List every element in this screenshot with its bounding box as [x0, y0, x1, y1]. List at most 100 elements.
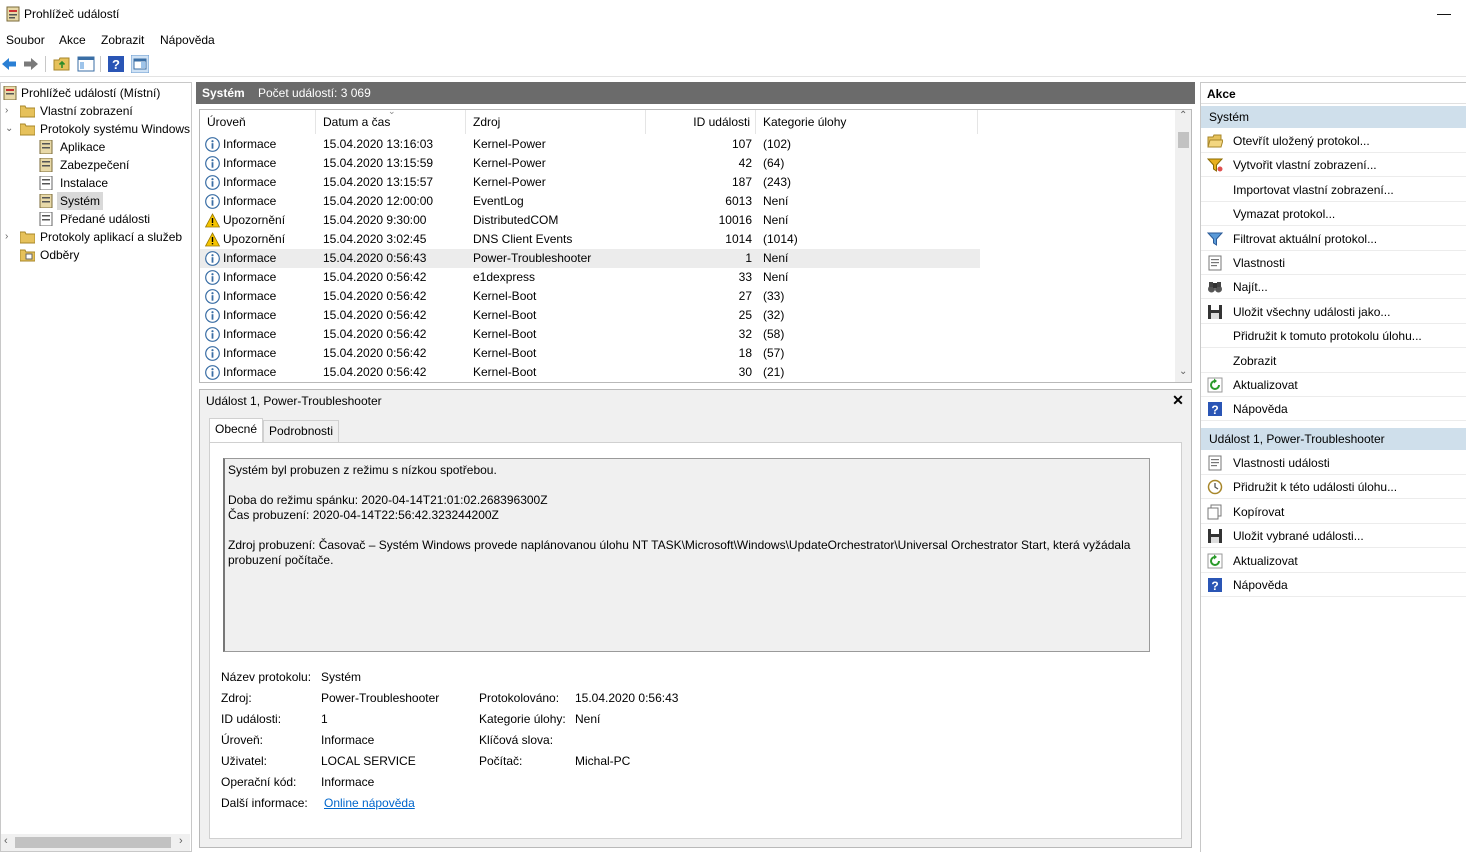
- cell-level: Informace: [223, 308, 277, 322]
- value-event-id: 1: [321, 712, 328, 726]
- console-tree-icon[interactable]: [77, 55, 95, 73]
- folder-up-icon[interactable]: [53, 55, 71, 73]
- table-row[interactable]: Informace 15.04.2020 13:15:59 Kernel-Power…: [200, 154, 980, 173]
- action-label: Nápověda: [1233, 402, 1288, 417]
- properties-icon: [1208, 255, 1222, 271]
- action-item[interactable]: Importovat vlastní zobrazení...: [1201, 178, 1466, 202]
- table-row[interactable]: Upozornění 15.04.2020 3:02:45 DNS Client E…: [200, 230, 980, 249]
- action-item[interactable]: Přidružit k tomuto protokolu úlohu...: [1201, 324, 1466, 349]
- table-row[interactable]: Informace 15.04.2020 0:56:43 Power-Trouble…: [200, 249, 980, 268]
- value-level: Informace: [321, 733, 375, 747]
- cell-date: 15.04.2020 3:02:45: [323, 232, 427, 246]
- scroll-down-icon[interactable]: ⌄: [1179, 366, 1187, 377]
- cell-event-id: 42: [738, 156, 752, 170]
- table-row[interactable]: Informace 15.04.2020 13:15:57 Kernel-Power…: [200, 173, 980, 192]
- action-item[interactable]: Otevřít uložený protokol...: [1201, 129, 1466, 153]
- minimize-button[interactable]: —: [1422, 0, 1466, 28]
- action-item[interactable]: ? Nápověda: [1201, 573, 1466, 597]
- column-header-source[interactable]: Zdroj: [466, 110, 646, 134]
- table-row[interactable]: Upozornění 15.04.2020 9:30:00 DistributedC…: [200, 211, 980, 230]
- actions-pane: Akce Systém Otevřít uložený protokol... V…: [1200, 82, 1466, 852]
- log-icon: [39, 158, 53, 172]
- actions-title: Akce: [1207, 87, 1236, 101]
- action-label: Aktualizovat: [1233, 553, 1298, 568]
- action-item[interactable]: Kopírovat: [1201, 500, 1466, 524]
- actions-section-event[interactable]: Událost 1, Power-Troubleshooter: [1201, 428, 1466, 450]
- scroll-up-icon[interactable]: ⌃: [1179, 110, 1187, 121]
- action-label: Vymazat protokol...: [1233, 207, 1336, 222]
- folder-open-icon: [1207, 134, 1223, 148]
- cell-level: Informace: [223, 289, 277, 303]
- actions-section-system[interactable]: Systém: [1201, 106, 1466, 128]
- value-log-name: Systém: [321, 670, 362, 684]
- table-row[interactable]: Informace 15.04.2020 0:56:42 Kernel-Boot 32…: [200, 325, 980, 344]
- action-item[interactable]: Přidružit k této události úlohu...: [1201, 475, 1466, 500]
- chevron-right-icon[interactable]: ›: [5, 228, 15, 246]
- cell-task-category: (21): [763, 365, 785, 379]
- menu-soubor[interactable]: Soubor: [6, 33, 45, 47]
- column-header-task-category[interactable]: Kategorie úlohy: [756, 110, 978, 134]
- tree-label: Vlastní zobrazení: [40, 104, 133, 118]
- sort-indicator-icon: ⌄: [388, 109, 396, 116]
- scroll-right-icon[interactable]: ›: [179, 835, 183, 847]
- action-item[interactable]: Aktualizovat: [1201, 549, 1466, 573]
- action-label: Aktualizovat: [1233, 378, 1298, 392]
- action-item[interactable]: Vlastnosti události: [1201, 451, 1466, 475]
- label-more-info: Další informace:: [221, 796, 308, 810]
- action-item[interactable]: ? Nápověda: [1201, 397, 1466, 422]
- action-item[interactable]: Aktualizovat: [1201, 373, 1466, 397]
- table-row[interactable]: Informace 15.04.2020 0:56:42 Kernel-Boot 27…: [200, 287, 980, 306]
- table-row[interactable]: Informace 15.04.2020 0:56:42 Kernel-Boot 18…: [200, 344, 980, 363]
- menu-napoveda[interactable]: Nápověda: [160, 33, 215, 47]
- table-row[interactable]: Informace 15.04.2020 13:16:03 Kernel-Power…: [200, 135, 980, 154]
- cell-date: 15.04.2020 0:56:42: [323, 346, 427, 360]
- cell-date: 15.04.2020 12:00:00: [323, 194, 434, 208]
- column-header-event-id[interactable]: ID události: [646, 110, 756, 134]
- label-source: Zdroj:: [221, 691, 252, 705]
- back-arrow-icon[interactable]: [0, 55, 18, 73]
- label-log-name: Název protokolu:: [221, 670, 312, 684]
- tree-label: Zabezpečení: [60, 158, 130, 172]
- cell-level: Informace: [223, 346, 277, 360]
- tree-horizontal-scrollbar[interactable]: ‹ ›: [1, 834, 190, 851]
- event-list-vertical-scrollbar[interactable]: ⌃ ⌄: [1175, 110, 1191, 382]
- table-row[interactable]: Informace 15.04.2020 12:00:00 EventLog 6013…: [200, 192, 980, 211]
- action-label: Vlastnosti události: [1233, 456, 1330, 470]
- scroll-thumb[interactable]: [15, 837, 171, 848]
- copy-icon: [1207, 504, 1222, 520]
- table-row[interactable]: Informace 15.04.2020 0:56:42 Kernel-Boot 30…: [200, 363, 980, 382]
- help-icon[interactable]: ?: [107, 55, 125, 73]
- action-item[interactable]: Vytvořit vlastní zobrazení...: [1201, 153, 1466, 178]
- action-item[interactable]: Uložit všechny události jako...: [1201, 300, 1466, 324]
- action-item[interactable]: Zobrazit: [1201, 349, 1466, 373]
- action-item[interactable]: Najít...: [1201, 275, 1466, 300]
- forward-arrow-icon[interactable]: [22, 55, 40, 73]
- table-row[interactable]: Informace 15.04.2020 0:56:42 e1dexpress 33 N…: [200, 268, 980, 287]
- window-title: Prohlížeč událostí: [24, 7, 120, 21]
- action-item[interactable]: Uložit vybrané události...: [1201, 524, 1466, 549]
- scroll-left-icon[interactable]: ‹: [4, 835, 8, 847]
- chevron-down-icon[interactable]: ⌄: [5, 120, 15, 138]
- cell-task-category: (57): [763, 346, 785, 360]
- action-item[interactable]: Vlastnosti: [1201, 251, 1466, 275]
- action-item[interactable]: Filtrovat aktuální protokol...: [1201, 227, 1466, 251]
- cell-level: Informace: [223, 251, 277, 265]
- cell-event-id: 10016: [718, 213, 752, 227]
- event-description[interactable]: Systém byl probuzen z režimu s nízkou sp…: [223, 458, 1150, 652]
- action-item[interactable]: Vymazat protokol...: [1201, 202, 1466, 227]
- chevron-right-icon[interactable]: ›: [5, 102, 15, 120]
- column-header-level[interactable]: Úroveň: [200, 110, 316, 134]
- binoculars-icon: [1208, 282, 1222, 293]
- action-label: Filtrovat aktuální protokol...: [1233, 231, 1378, 246]
- tab-details[interactable]: Podrobnosti: [263, 420, 340, 442]
- scroll-thumb[interactable]: [1178, 132, 1189, 148]
- online-help-link[interactable]: Online nápověda: [324, 796, 415, 810]
- close-icon[interactable]: ✕: [1170, 392, 1186, 408]
- menu-zobrazit[interactable]: Zobrazit: [101, 33, 144, 47]
- table-row[interactable]: Informace 15.04.2020 0:56:42 Kernel-Boot 25…: [200, 306, 980, 325]
- action-pane-icon[interactable]: [131, 55, 149, 73]
- value-logged: 15.04.2020 0:56:43: [575, 691, 679, 705]
- tab-general[interactable]: Obecné: [209, 418, 264, 442]
- cell-date: 15.04.2020 0:56:42: [323, 365, 427, 379]
- menu-akce[interactable]: Akce: [59, 33, 86, 47]
